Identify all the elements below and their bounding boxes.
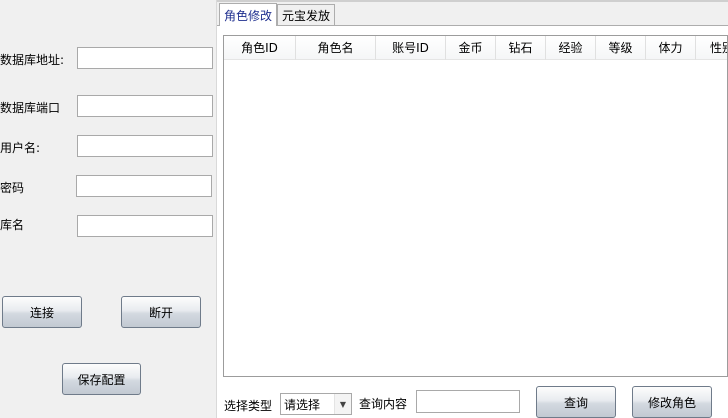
column-header-account-id[interactable]: 账号ID bbox=[376, 36, 446, 60]
column-header-role-id[interactable]: 角色ID bbox=[224, 36, 296, 60]
column-header-role-name[interactable]: 角色名 bbox=[296, 36, 376, 60]
column-header-diamond[interactable]: 钻石 bbox=[496, 36, 546, 60]
password-input[interactable] bbox=[76, 175, 212, 197]
tab-ingot-issue[interactable]: 元宝发放 bbox=[277, 4, 336, 25]
username-input[interactable] bbox=[77, 135, 213, 157]
modify-role-button[interactable]: 修改角色 bbox=[632, 386, 712, 418]
db-name-input[interactable] bbox=[77, 215, 213, 237]
save-config-button[interactable]: 保存配置 bbox=[62, 363, 141, 395]
connect-button[interactable]: 连接 bbox=[2, 296, 82, 328]
column-header-level[interactable]: 等级 bbox=[596, 36, 646, 60]
tab-role-modify[interactable]: 角色修改 bbox=[219, 3, 278, 26]
column-header-gender[interactable]: 性别 bbox=[696, 36, 727, 60]
top-border bbox=[217, 0, 728, 2]
db-name-label: 库名 bbox=[0, 218, 25, 232]
db-port-label: 数据库端口 bbox=[0, 101, 61, 115]
select-type-label: 选择类型 bbox=[224, 399, 273, 413]
password-label: 密码 bbox=[0, 181, 25, 195]
dropdown-arrow-icon[interactable]: ▼ bbox=[334, 394, 351, 414]
connection-panel: 数据库地址: 数据库端口 用户名: 密码 库名 连接 断开 保存配置 bbox=[0, 0, 216, 418]
column-header-stamina[interactable]: 体力 bbox=[646, 36, 696, 60]
db-address-input[interactable] bbox=[77, 47, 213, 69]
query-button[interactable]: 查询 bbox=[536, 386, 616, 418]
select-type-value: 请选择 bbox=[284, 397, 321, 412]
db-address-label: 数据库地址: bbox=[0, 53, 65, 67]
select-type-dropdown[interactable]: 请选择 ▼ bbox=[280, 393, 352, 415]
grid-header: 角色ID 角色名 账号ID 金币 钻石 经验 等级 体力 性别 bbox=[224, 36, 727, 60]
username-label: 用户名: bbox=[0, 141, 41, 155]
db-port-input[interactable] bbox=[77, 95, 213, 117]
column-header-experience[interactable]: 经验 bbox=[546, 36, 596, 60]
query-content-label: 查询内容 bbox=[359, 397, 408, 411]
query-content-input[interactable] bbox=[416, 390, 520, 413]
column-header-gold[interactable]: 金币 bbox=[446, 36, 496, 60]
disconnect-button[interactable]: 断开 bbox=[121, 296, 201, 328]
role-data-grid[interactable]: 角色ID 角色名 账号ID 金币 钻石 经验 等级 体力 性别 bbox=[223, 35, 728, 377]
